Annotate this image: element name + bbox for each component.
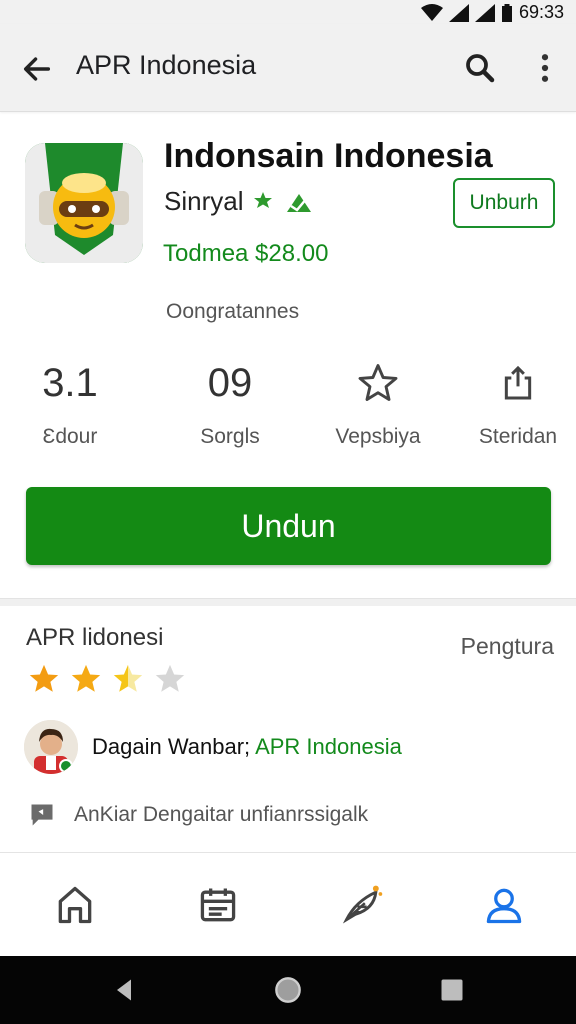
profile-icon[interactable] [482, 883, 526, 927]
battery-icon [501, 3, 512, 22]
stat-rating-value: 3.1 [42, 361, 98, 405]
app-bar: APR Indonesia [0, 24, 576, 112]
app-name: Indonsain Indonesia [164, 137, 493, 175]
status-time: 69:33 [518, 2, 564, 22]
stat-wishlist[interactable]: Vepsbiya [308, 355, 448, 449]
app-sub-label: Oongratannes [166, 300, 300, 323]
share-icon[interactable] [498, 362, 538, 404]
comment-text: AnKiar Dengaitar unfianrssigalk [74, 803, 369, 826]
stat-downloads: 09 Sorgls [160, 355, 300, 449]
verified-badge-icon [254, 191, 312, 212]
system-back-icon[interactable] [110, 976, 138, 1004]
stat-share-label: Steridan [478, 425, 558, 448]
stat-share[interactable]: Steridan [448, 355, 576, 449]
rating-stars [26, 662, 188, 696]
comment-row[interactable]: AnKiar Dengaitar unfianrssigalk [28, 801, 368, 829]
review-title: APR lidonesi [26, 624, 164, 651]
review-user-name: Dagain Wanbar; [92, 734, 251, 759]
system-recents-icon[interactable] [438, 976, 466, 1004]
star-outline-icon[interactable] [355, 361, 401, 405]
main-install-button[interactable]: Undun [26, 487, 551, 565]
more-vert-icon[interactable] [534, 50, 556, 86]
bottom-nav [0, 852, 576, 956]
review-user-row: Dagain Wanbar; APR Indonesia [24, 720, 402, 774]
stat-rating-label: Ɛdour [42, 425, 98, 448]
feather-icon[interactable] [341, 883, 385, 927]
app-bar-title: APR Indonesia [76, 50, 257, 80]
stats-row: 3.1 Ɛdour 09 Sorgls Vepsbiya Steridan [0, 355, 576, 465]
star-filled-icon [71, 664, 101, 692]
comment-icon [31, 804, 53, 826]
system-home-icon[interactable] [274, 976, 302, 1004]
status-icons: 69:33 [420, 2, 564, 23]
app-icon [25, 143, 143, 263]
developer-name[interactable]: Sinryal [164, 186, 243, 217]
signal-icon [448, 3, 469, 22]
developer-row: Sinryal [164, 186, 313, 217]
review-side-link[interactable]: Pengtura [461, 633, 554, 660]
home-icon[interactable] [53, 883, 97, 927]
star-half-icon [113, 664, 143, 692]
stat-downloads-value: 09 [207, 361, 253, 405]
user-avatar[interactable] [24, 720, 78, 774]
status-bar: 69:33 [0, 0, 576, 24]
review-app-name: APR Indonesia [255, 734, 402, 759]
star-filled-icon [29, 664, 59, 692]
search-icon[interactable] [462, 50, 498, 86]
signal-icon-2 [474, 3, 495, 22]
review-user-text: Dagain Wanbar; APR Indonesia [92, 734, 402, 760]
system-nav-bar [0, 956, 576, 1024]
star-empty-icon [155, 664, 185, 692]
calendar-icon[interactable] [196, 883, 240, 927]
section-divider [0, 598, 576, 606]
install-small-button[interactable]: Unburh [453, 178, 555, 228]
stat-downloads-label: Sorgls [200, 425, 260, 448]
stat-rating: 3.1 Ɛdour [0, 355, 140, 449]
stat-wishlist-label: Vepsbiya [335, 425, 421, 448]
wifi-icon [420, 3, 443, 21]
price-label: Todmea $28.00 [163, 240, 329, 267]
back-arrow-icon[interactable] [20, 52, 54, 86]
